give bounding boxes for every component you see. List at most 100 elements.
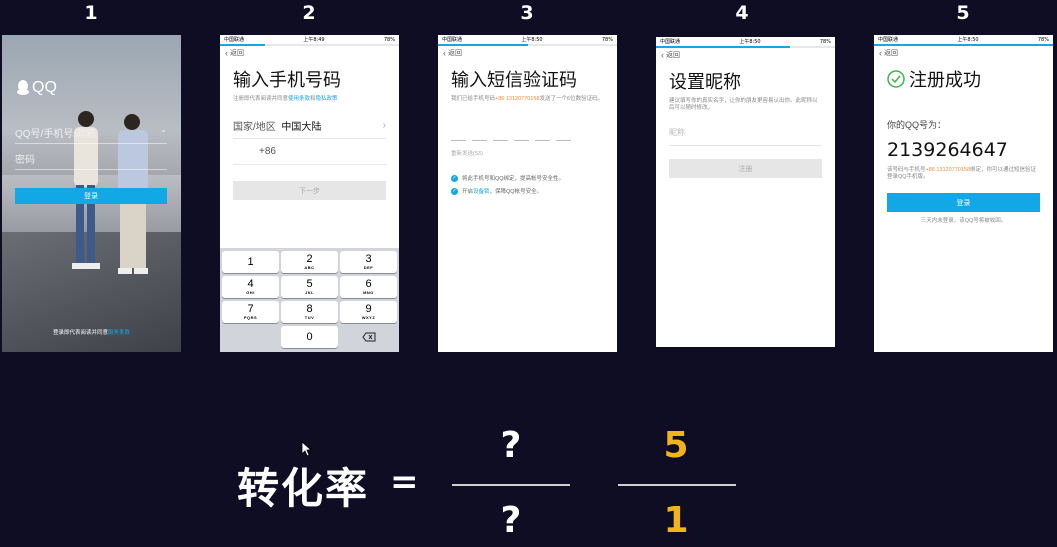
key-letters: TUV — [304, 315, 315, 320]
code-slot — [451, 139, 466, 141]
key-digit: 4 — [247, 278, 254, 290]
device-lock-link[interactable]: 设备锁 — [473, 187, 490, 195]
success-screen: 中国联通 上午8:50 78% ‹ 返回 注册成功 你的QQ号为： 2139264… — [874, 35, 1053, 352]
key-letters: PQRS — [243, 315, 258, 320]
check-icon: ✓ — [451, 174, 458, 182]
account-field[interactable]: QQ号/手机号/邮箱 ⌄ — [15, 125, 167, 144]
chevron-right-icon: › — [382, 120, 386, 131]
carrier: 中国联通 — [878, 37, 899, 43]
page-title: 注册成功 — [874, 60, 1053, 92]
key-2[interactable]: 2 ABC — [281, 251, 338, 273]
privacy-link[interactable]: 隐私政策 — [316, 96, 338, 102]
key-7[interactable]: 7 PQRS — [222, 301, 279, 323]
option-label-2: ，保障QQ帐号安全。 — [489, 189, 543, 195]
key-letters: MNO — [363, 290, 374, 295]
key-3[interactable]: 3 DEF — [340, 251, 397, 273]
terms-link[interactable]: 服务条款 — [108, 330, 130, 336]
key-digit: 2 — [306, 253, 313, 265]
back-button[interactable]: ‹ 返回 — [656, 48, 835, 62]
key-digit: 5 — [306, 278, 313, 290]
agreement-text: 登录即代表阅读并同意服务条款 — [2, 328, 181, 336]
key-6[interactable]: 6 MNO — [340, 276, 397, 298]
step-number-5: 5 — [956, 2, 970, 24]
key-letters: GHI — [246, 290, 255, 295]
login-button[interactable]: 登录 — [887, 193, 1040, 212]
key-0[interactable]: 0 — [281, 326, 338, 348]
delete-key[interactable] — [340, 326, 397, 348]
back-button[interactable]: ‹ 返回 — [220, 46, 399, 60]
phone-number-screen: 中国联通 上午8:49 78% ‹ 返回 输入手机号码 注册即代表阅读并同意使用条… — [220, 35, 399, 352]
password-placeholder: 密码 — [15, 155, 35, 166]
terms-link[interactable]: 使用条款 — [288, 96, 310, 102]
step-number-3: 3 — [520, 2, 534, 24]
back-label: 返回 — [666, 52, 680, 59]
key-digit: 0 — [306, 330, 313, 343]
code-slot — [493, 139, 508, 141]
page-subtitle: 注册即代表阅读并同意使用条款和隐私政策 — [220, 92, 399, 103]
key-digit: 8 — [306, 303, 313, 315]
chevron-down-icon[interactable]: ⌄ — [160, 125, 167, 140]
key-1[interactable]: 1 — [222, 251, 279, 273]
note-phone: +86 13120770158 — [925, 167, 971, 173]
clock: 上午8:50 — [739, 39, 761, 45]
subtitle-text: 注册即代表阅读并同意 — [233, 96, 289, 102]
sms-code-screen: 中国联通 上午8:50 78% ‹ 返回 输入短信验证码 我们已给手机号码+86 … — [438, 35, 617, 352]
page-subtitle: 我们已给手机号码+86 13120770158发送了一个6位数验证码。 — [438, 92, 617, 103]
key-letters: DEF — [363, 265, 374, 270]
carrier: 中国联通 — [660, 39, 681, 45]
fraction-2-line — [618, 484, 736, 486]
conversion-rate-label: 转化率 — [237, 464, 370, 513]
next-button[interactable]: 下一步 — [233, 181, 386, 200]
expiry-note: 三天内未登录，该QQ号将被收回。 — [920, 218, 1007, 224]
option-label: 将此手机号和QQ绑定，提高帐号安全性。 — [462, 176, 565, 182]
back-label: 返回 — [884, 50, 898, 57]
battery: 78% — [601, 36, 613, 43]
page-subtitle: 建议填写你的真实名字，让你的朋友更容易认出你。此昵称以后可以随时修改。 — [669, 98, 818, 111]
clock: 上午8:50 — [521, 37, 543, 43]
nickname-input[interactable]: 昵称 — [669, 120, 822, 146]
back-button[interactable]: ‹ 返回 — [874, 46, 1053, 60]
clock: 上午8:50 — [957, 37, 979, 43]
back-button[interactable]: ‹ 返回 — [438, 46, 617, 60]
account-placeholder: QQ号/手机号/邮箱 — [15, 129, 97, 140]
fraction-1-numerator: ? — [500, 425, 522, 466]
key-digit: 3 — [365, 253, 372, 265]
login-screen: QQ QQ号/手机号/邮箱 ⌄ 密码 登录 登录即代表阅读并同意服务条款 — [2, 35, 181, 352]
clock: 上午8:49 — [303, 37, 325, 43]
equals-sign: = — [390, 462, 419, 502]
chevron-left-icon: ‹ — [443, 48, 446, 58]
key-blank — [222, 326, 279, 348]
qq-number: 2139264647 — [887, 139, 1008, 161]
country-code: +86 — [259, 146, 276, 157]
chevron-left-icon: ‹ — [879, 48, 882, 58]
key-digit: 1 — [247, 255, 254, 268]
key-5[interactable]: 5 JKL — [281, 276, 338, 298]
nickname-screen: 中国联通 上午8:50 78% ‹ 返回 设置昵称 建议填写你的真实名字，让你的朋… — [656, 37, 835, 347]
key-digit: 6 — [365, 278, 372, 290]
qq-logo: QQ — [16, 79, 57, 97]
carrier: 中国联通 — [224, 37, 245, 43]
password-field[interactable]: 密码 — [15, 151, 167, 170]
page-title: 输入短信验证码 — [451, 70, 577, 91]
register-button[interactable]: 注册 — [669, 159, 822, 178]
subtitle-text: 我们已给手机号码 — [451, 96, 496, 102]
step-number-2: 2 — [302, 2, 316, 24]
key-8[interactable]: 8 TUV — [281, 301, 338, 323]
key-letters: JKL — [304, 290, 315, 295]
fraction-1-denominator: ? — [500, 500, 522, 541]
device-lock-option[interactable]: ✓ 开启 设备锁 ，保障QQ帐号安全。 — [438, 187, 617, 195]
fraction-2-denominator: 1 — [663, 500, 689, 541]
battery: 78% — [383, 36, 395, 43]
key-letters: WXYZ — [361, 315, 376, 320]
key-4[interactable]: 4 GHI — [222, 276, 279, 298]
penguin-icon — [17, 80, 29, 95]
key-9[interactable]: 9 WXYZ — [340, 301, 397, 323]
carrier: 中国联通 — [442, 37, 463, 43]
battery: 78% — [819, 38, 831, 45]
phone-input[interactable]: +86 — [233, 139, 386, 165]
login-button[interactable]: 登录 — [15, 188, 167, 204]
check-icon: ✓ — [451, 187, 458, 195]
resend-link[interactable]: 重新发送(53) — [438, 141, 617, 158]
bind-phone-option[interactable]: ✓ 将此手机号和QQ绑定，提高帐号安全性。 — [438, 174, 617, 182]
region-selector[interactable]: 国家/地区 中国大陆 › — [233, 113, 386, 139]
